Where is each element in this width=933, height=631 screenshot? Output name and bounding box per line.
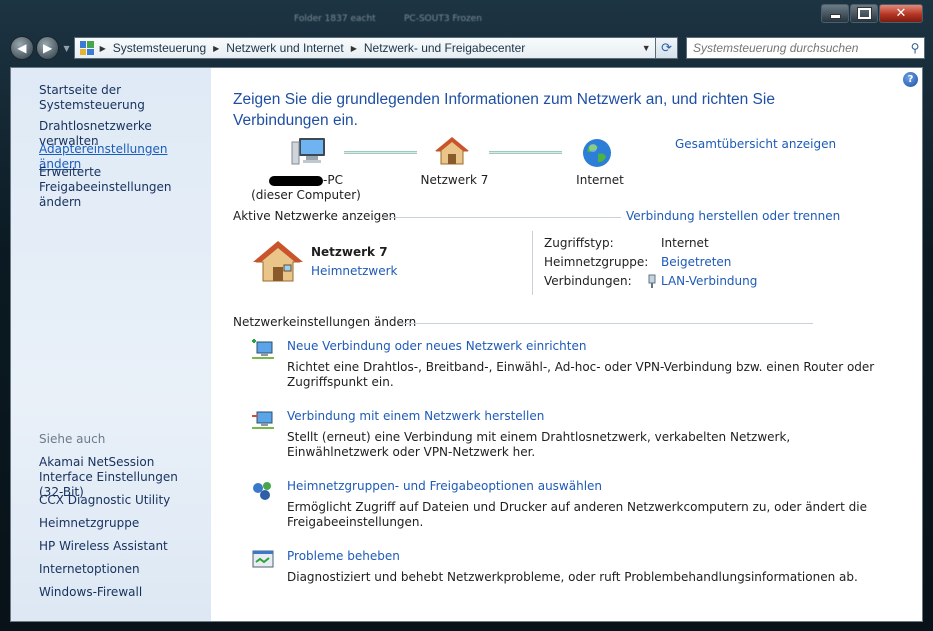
breadcrumb-separator[interactable]: ▶ bbox=[100, 44, 106, 53]
task-title-link[interactable]: Heimnetzgruppen- und Freigabeoptionen au… bbox=[287, 478, 891, 494]
refresh-icon: ⟳ bbox=[661, 40, 673, 56]
content-area: Startseite der Systemsteuerung Drahtlosn… bbox=[10, 67, 923, 622]
breadcrumb-separator[interactable]: ▶ bbox=[213, 44, 219, 53]
forward-button[interactable]: ▶ bbox=[35, 36, 60, 60]
control-panel-icon bbox=[79, 41, 94, 55]
computer-icon bbox=[291, 138, 325, 165]
task-homegroup-options: Heimnetzgruppen- und Freigabeoptionen au… bbox=[251, 478, 891, 530]
section-divider bbox=[399, 323, 813, 324]
search-icon[interactable]: ⚲ bbox=[906, 41, 924, 55]
breadcrumb-item[interactable]: Netzwerk und Internet bbox=[226, 41, 343, 55]
homegroup-label: Heimnetzgruppe: bbox=[544, 255, 649, 269]
refresh-button[interactable]: ⟳ bbox=[656, 37, 678, 59]
connections-label: Verbindungen: bbox=[544, 274, 632, 288]
page-title: Zeigen Sie die grundlegenden Information… bbox=[233, 91, 775, 129]
window-frame: Folder 1837 eacht PC-SOUT3 Frozen ✕ ◀ ▶ … bbox=[0, 0, 933, 631]
task-description: Stellt (erneut) eine Verbindung mit eine… bbox=[287, 430, 791, 459]
homegroup-link[interactable]: Beigetreten bbox=[661, 255, 731, 269]
minimize-button[interactable] bbox=[821, 4, 849, 23]
computer-sublabel: (dieser Computer) bbox=[251, 188, 361, 202]
connect-disconnect-link[interactable]: Verbindung herstellen oder trennen bbox=[626, 209, 840, 223]
recent-pages-dropdown[interactable]: ▼ bbox=[63, 44, 69, 53]
blurred-window-title: Folder 1837 eacht bbox=[294, 14, 376, 24]
ethernet-icon bbox=[648, 274, 656, 288]
back-button[interactable]: ◀ bbox=[10, 36, 34, 60]
active-network-name: Netzwerk 7 bbox=[311, 245, 388, 259]
task-description: Richtet eine Drahtlos-, Breitband-, Einw… bbox=[287, 360, 875, 389]
search-input[interactable] bbox=[686, 41, 906, 55]
task-title-link[interactable]: Verbindung mit einem Netzwerk herstellen bbox=[287, 408, 891, 424]
address-bar[interactable]: ▶ Systemsteuerung ▶ Netzwerk und Interne… bbox=[73, 37, 657, 59]
redacted-computer-name bbox=[269, 175, 324, 186]
breadcrumb-item[interactable]: Netzwerk- und Freigabecenter bbox=[364, 41, 525, 55]
see-also-homegroup[interactable]: Heimnetzgruppe bbox=[39, 516, 209, 531]
task-title-link[interactable]: Probleme beheben bbox=[287, 548, 891, 564]
caption-buttons: ✕ bbox=[820, 4, 923, 23]
internet-map-label[interactable]: Internet bbox=[560, 173, 640, 188]
vertical-divider bbox=[532, 231, 533, 295]
see-also-internet-options[interactable]: Internetoptionen bbox=[39, 562, 209, 577]
lan-connection-link[interactable]: LAN-Verbindung bbox=[661, 274, 757, 288]
homegroup-icon bbox=[253, 482, 271, 500]
network-type-link[interactable]: Heimnetzwerk bbox=[311, 264, 398, 278]
change-settings-heading: Netzwerkeinstellungen ändern bbox=[233, 315, 417, 329]
see-also-heading: Siehe auch bbox=[39, 432, 106, 446]
computer-label[interactable]: -PC (dieser Computer) bbox=[251, 173, 361, 203]
task-description: Ermöglicht Zugriff auf Dateien und Druck… bbox=[287, 500, 867, 529]
task-troubleshoot: Probleme beheben Diagnostiziert und behe… bbox=[251, 548, 891, 585]
see-also-firewall[interactable]: Windows-Firewall bbox=[39, 585, 209, 600]
address-dropdown-button[interactable]: ▼ bbox=[637, 43, 655, 53]
connection-line bbox=[344, 151, 417, 154]
task-description: Diagnostiziert und behebt Netzwerkproble… bbox=[287, 570, 858, 584]
section-divider bbox=[381, 217, 621, 218]
see-also-ccx[interactable]: CCX Diagnostic Utility bbox=[39, 493, 209, 508]
active-networks-heading: Aktive Netzwerke anzeigen bbox=[233, 209, 397, 223]
breadcrumb-item[interactable]: Systemsteuerung bbox=[113, 41, 206, 55]
breadcrumb-separator[interactable]: ▶ bbox=[351, 44, 357, 53]
navigation-bar: ◀ ▶ ▼ ▶ Systemsteuerung ▶ Netzwerk und I… bbox=[10, 33, 925, 63]
blurred-window-title: PC-SOUT3 Frozen bbox=[404, 14, 482, 24]
see-also-hp-wireless[interactable]: HP Wireless Assistant bbox=[39, 539, 209, 554]
network-map-label[interactable]: Netzwerk 7 bbox=[407, 173, 502, 188]
main-panel: Zeigen Sie die grundlegenden Information… bbox=[211, 68, 924, 621]
connect-network-icon bbox=[252, 411, 274, 429]
task-title-link[interactable]: Neue Verbindung oder neues Netzwerk einr… bbox=[287, 338, 891, 354]
full-map-link[interactable]: Gesamtübersicht anzeigen bbox=[675, 137, 836, 151]
new-connection-icon bbox=[252, 339, 274, 359]
troubleshoot-icon bbox=[252, 550, 274, 568]
task-connect-network: Verbindung mit einem Netzwerk herstellen… bbox=[251, 408, 891, 460]
task-setup-connection: Neue Verbindung oder neues Netzwerk einr… bbox=[251, 338, 891, 390]
close-icon: ✕ bbox=[895, 6, 907, 21]
access-type-value: Internet bbox=[661, 236, 709, 250]
connection-line bbox=[489, 151, 562, 154]
forward-arrow-icon: ▶ bbox=[42, 41, 53, 55]
sidebar-link-advanced-sharing[interactable]: Erweiterte Freigabeeinstellungen ändern bbox=[39, 165, 204, 210]
sidebar: Startseite der Systemsteuerung Drahtlosn… bbox=[11, 68, 211, 621]
back-arrow-icon: ◀ bbox=[17, 41, 27, 55]
access-type-label: Zugriffstyp: bbox=[544, 236, 614, 250]
maximize-button[interactable] bbox=[850, 4, 878, 23]
globe-icon bbox=[583, 139, 611, 167]
house-icon bbox=[435, 137, 469, 165]
search-box: ⚲ bbox=[685, 37, 925, 59]
close-button[interactable]: ✕ bbox=[879, 4, 923, 23]
home-network-icon[interactable] bbox=[253, 240, 303, 284]
sidebar-link-control-panel-home[interactable]: Startseite der Systemsteuerung bbox=[39, 83, 209, 113]
